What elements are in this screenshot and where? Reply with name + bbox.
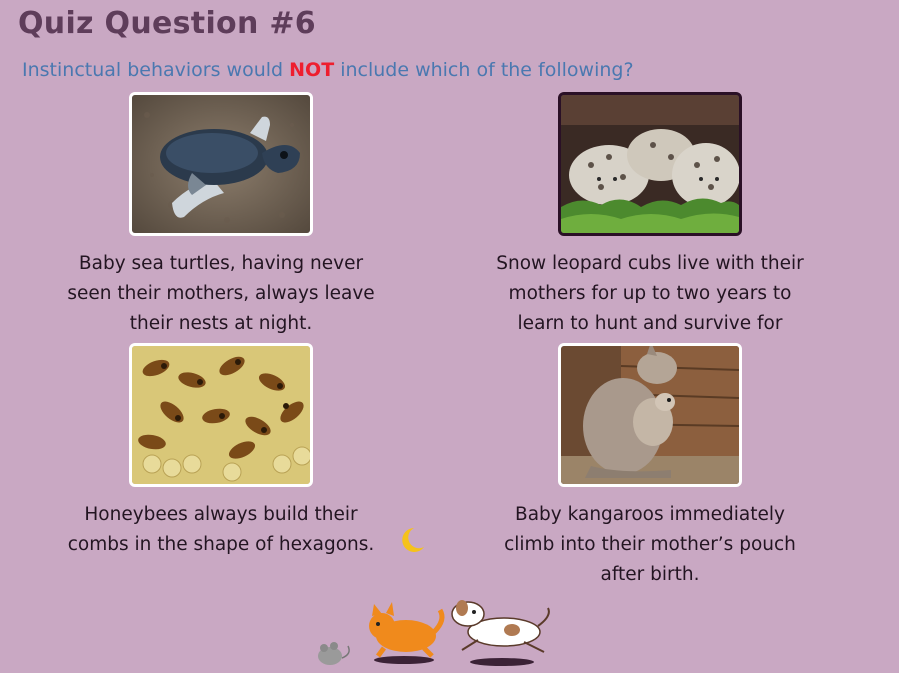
sea-turtle-image: [129, 92, 313, 236]
answer-option-snow-leopards[interactable]: Snow leopard cubs live with their mother…: [495, 92, 805, 369]
answer-option-sea-turtles[interactable]: Baby sea turtles, having never seen thei…: [66, 92, 376, 339]
snow-leopard-image: [558, 92, 742, 236]
answer-caption: Honeybees always build their combs in th…: [67, 504, 375, 555]
quiz-title: Quiz Question #6: [18, 6, 316, 41]
honeybees-on-comb-photo: [132, 346, 310, 484]
answer-caption: Baby kangaroos immediately climb into th…: [504, 504, 796, 585]
sea-turtle-photo: [132, 95, 310, 233]
question-prefix: Instinctual behaviors would: [22, 59, 290, 81]
question-text: Instinctual behaviors would NOT include …: [22, 59, 634, 81]
running-animals: [318, 600, 550, 666]
crescent-moon-icon: [402, 528, 424, 552]
answer-caption: Baby sea turtles, having never seen thei…: [67, 253, 375, 334]
question-suffix: include which of the following?: [334, 59, 634, 81]
kangaroo-image: [558, 343, 742, 487]
mouse-icon: [318, 642, 350, 665]
question-emphasis: NOT: [289, 59, 335, 81]
snow-leopard-cubs-photo: [561, 95, 739, 233]
cat-icon: [369, 602, 445, 664]
answer-option-kangaroos[interactable]: Baby kangaroos immediately climb into th…: [495, 343, 805, 590]
dog-icon: [451, 600, 550, 666]
honeybees-image: [129, 343, 313, 487]
kangaroo-with-joey-photo: [561, 346, 739, 484]
answer-option-honeybees[interactable]: Honeybees always build their combs in th…: [66, 343, 376, 560]
